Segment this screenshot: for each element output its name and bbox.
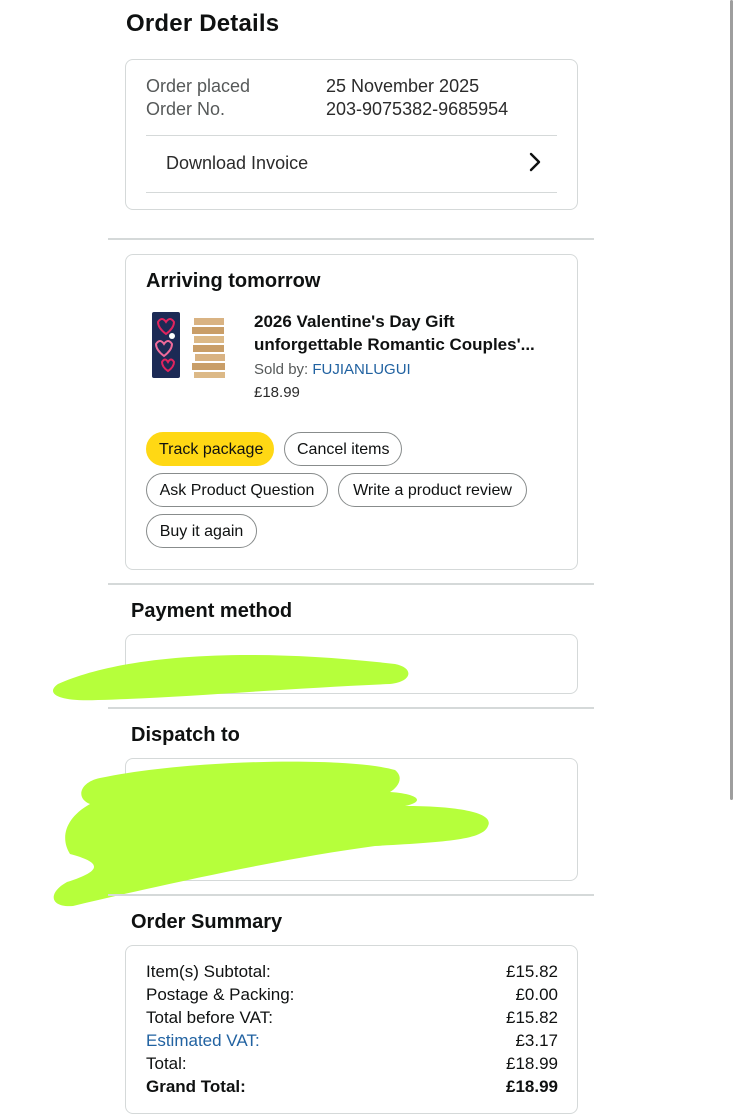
seller-link[interactable]: FUJIANLUGUI xyxy=(312,361,410,378)
order-placed-label: Order placed xyxy=(146,76,251,96)
summary-label: Item(s) Subtotal: xyxy=(146,962,271,981)
ask-product-question-button[interactable]: Ask Product Question xyxy=(146,473,328,507)
summary-value: £15.82 xyxy=(506,1008,558,1027)
section-divider xyxy=(108,707,594,709)
track-package-button[interactable]: Track package xyxy=(146,432,274,466)
section-divider xyxy=(108,894,594,896)
section-divider xyxy=(108,583,594,585)
grand-total-label: Grand Total: xyxy=(146,1077,246,1096)
payment-heading: Payment method xyxy=(131,600,293,622)
write-review-button[interactable]: Write a product review xyxy=(338,473,527,507)
summary-label: Total before VAT: xyxy=(146,1008,273,1027)
summary-value: £15.82 xyxy=(506,962,558,981)
summary-row: Postage & Packing: £0.00 xyxy=(146,985,558,1005)
product-title-line2[interactable]: unforgettable Romantic Couples'... xyxy=(254,335,535,355)
scrollbar[interactable] xyxy=(730,0,733,800)
cancel-items-button[interactable]: Cancel items xyxy=(284,432,402,466)
order-placed-value: 25 November 2025 xyxy=(326,76,480,96)
page-title: Order Details xyxy=(126,10,280,37)
summary-label: Total: xyxy=(146,1054,187,1073)
dispatch-heading: Dispatch to xyxy=(131,724,240,746)
estimated-vat-link[interactable]: Estimated VAT: xyxy=(146,1031,260,1051)
shipment-status: Arriving tomorrow xyxy=(146,270,321,292)
sold-by-label: Sold by: xyxy=(254,361,313,378)
grand-total-row: Grand Total: £18.99 xyxy=(146,1077,558,1097)
sold-by: Sold by: FUJIANLUGUI xyxy=(254,361,411,378)
product-title-line1[interactable]: 2026 Valentine's Day Gift xyxy=(254,312,455,332)
download-invoice-label: Download Invoice xyxy=(166,153,309,173)
invoice-divider-bottom xyxy=(146,192,557,193)
buy-it-again-button[interactable]: Buy it again xyxy=(146,514,257,548)
section-divider xyxy=(108,238,594,240)
order-number-label: Order No. xyxy=(146,99,226,119)
product-price: £18.99 xyxy=(254,384,300,401)
product-thumbnail[interactable] xyxy=(150,310,230,380)
summary-row: Total: £18.99 xyxy=(146,1054,558,1074)
chevron-right-icon xyxy=(528,152,542,177)
download-invoice-row[interactable]: Download Invoice xyxy=(146,136,557,192)
summary-row: Item(s) Subtotal: £15.82 xyxy=(146,962,558,982)
summary-heading: Order Summary xyxy=(131,911,283,933)
redaction-mark xyxy=(53,761,489,907)
summary-label: Postage & Packing: xyxy=(146,985,295,1004)
summary-row: Estimated VAT: £3.17 xyxy=(146,1031,558,1051)
order-number-value: 203-9075382-9685954 xyxy=(326,99,509,119)
summary-value: £3.17 xyxy=(515,1031,558,1050)
summary-row: Total before VAT: £15.82 xyxy=(146,1008,558,1028)
redaction-mark xyxy=(52,654,409,701)
summary-value: £18.99 xyxy=(506,1054,558,1073)
summary-value: £0.00 xyxy=(515,985,558,1004)
grand-total-value: £18.99 xyxy=(506,1077,558,1096)
